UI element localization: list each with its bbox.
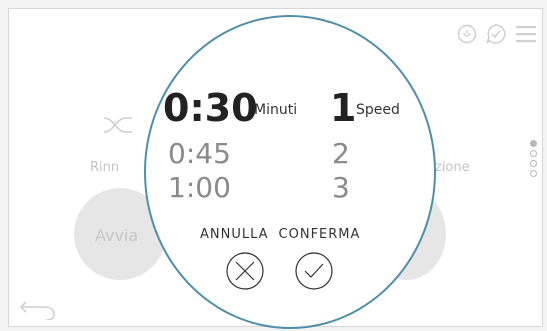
confirm-button[interactable] xyxy=(294,251,334,291)
menu-icon[interactable] xyxy=(515,24,537,44)
speed-option-1[interactable]: 2 xyxy=(332,137,350,170)
speed-selected[interactable]: 1 xyxy=(330,86,356,130)
bg-label-left: Rinn xyxy=(90,160,120,175)
start-button-label: Avvia xyxy=(95,226,139,245)
confirm-label[interactable]: CONFERMA xyxy=(279,227,361,242)
speed-option-2[interactable]: 3 xyxy=(332,171,350,204)
power-icon[interactable] xyxy=(457,24,477,44)
speed-unit-label: Speed xyxy=(356,102,400,118)
minutes-selected[interactable]: 0:30 xyxy=(163,86,258,130)
top-icons xyxy=(457,20,537,48)
minutes-unit-label: Minuti xyxy=(254,102,298,118)
cancel-label[interactable]: ANNULLA xyxy=(200,227,269,242)
minutes-option-2[interactable]: 1:00 xyxy=(168,171,231,204)
back-icon[interactable] xyxy=(18,298,58,320)
page-dot-4[interactable] xyxy=(530,170,537,177)
page-dot-1[interactable] xyxy=(530,140,537,147)
bg-label-right: zione xyxy=(435,160,470,175)
minutes-option-1[interactable]: 0:45 xyxy=(168,137,231,170)
cancel-button[interactable] xyxy=(225,251,265,291)
page-indicator xyxy=(530,140,537,177)
picker-actions: ANNULLA CONFERMA xyxy=(200,227,360,242)
page-dot-2[interactable] xyxy=(530,150,537,157)
shuffle-icon xyxy=(103,117,132,133)
check-chat-icon[interactable] xyxy=(485,23,507,45)
page-dot-3[interactable] xyxy=(530,160,537,167)
